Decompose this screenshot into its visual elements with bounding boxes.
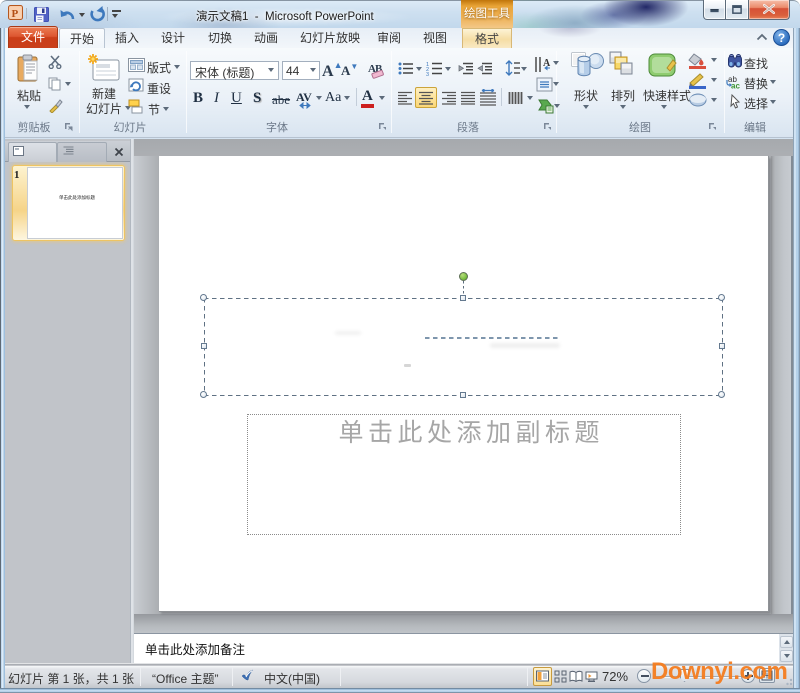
svg-text:ac: ac: [731, 82, 740, 90]
svg-text:P: P: [12, 8, 19, 20]
svg-text:3: 3: [426, 72, 429, 76]
